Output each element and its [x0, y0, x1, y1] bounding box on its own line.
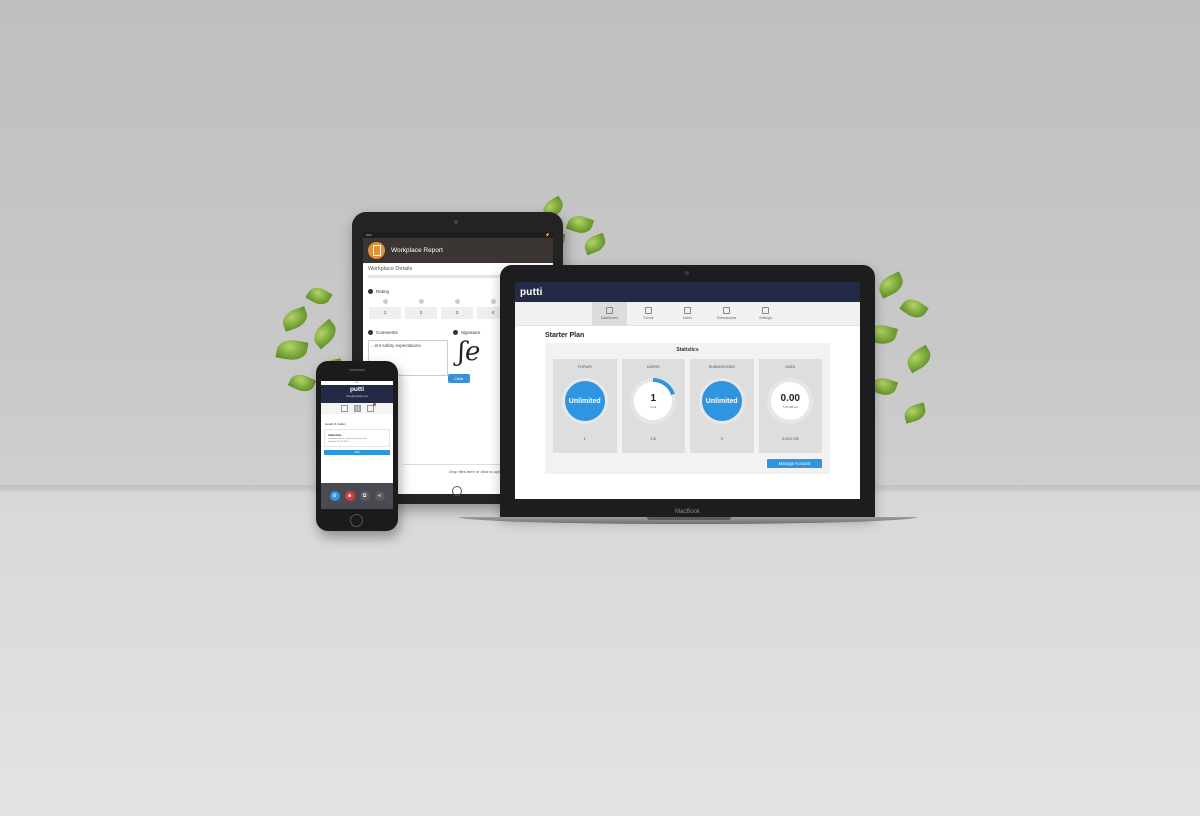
signature-pad[interactable]: ʃe [458, 337, 485, 367]
share-icon[interactable]: ⋖ [374, 491, 385, 501]
stat-value: 0.00 [780, 392, 800, 404]
users-icon [684, 307, 691, 314]
rating-option[interactable]: 2 [405, 299, 437, 319]
laptop-notch [647, 517, 731, 520]
tools-icon [762, 307, 769, 314]
stat-card-submissions: SUBMISSIONS Unlimited 9 [690, 359, 754, 453]
stat-ring-progress: 1 4 left [630, 378, 677, 424]
tab-settings[interactable]: Settings [748, 302, 783, 325]
tab-users[interactable]: Users [670, 302, 705, 325]
tab-label: Dashboard [600, 316, 619, 320]
tab-home-icon[interactable] [340, 405, 348, 412]
radio-icon [454, 299, 460, 304]
section-bullet-icon [453, 330, 458, 335]
stat-footer: 9 [720, 436, 723, 441]
app-tabbar: Dashboard Forms Users Submissions Settin… [515, 302, 860, 326]
laptop-camera [685, 271, 689, 275]
stat-card-users: USERS 1 4 left 1/5 [621, 359, 685, 453]
stat-subvalue: 5.00 GB left [782, 404, 798, 409]
stat-card-title: DATA [785, 365, 796, 369]
tablet-form-title: Workplace Report [391, 247, 443, 254]
radio-icon [382, 299, 388, 304]
rating-option[interactable]: 1 [369, 299, 401, 319]
form-card-meta: Updated 28 Jul 2020 [328, 441, 349, 443]
comments-label: Comments [368, 322, 448, 337]
rating-option-label: 3 [441, 307, 473, 319]
tablet-camera [454, 220, 458, 224]
statistics-panel: Statistics FORMS Unlimited 1 USERS 1 4 l… [545, 343, 830, 474]
rating-option-label: 2 [405, 307, 437, 319]
form-card-title: Induction [328, 433, 342, 437]
tab-label: Forms [643, 316, 654, 320]
form-card[interactable]: Induction Complete before commencing any… [324, 429, 390, 447]
laptop-brand-label: MacBook [674, 509, 700, 515]
rating-option-label: 1 [369, 307, 401, 319]
clear-signature-button[interactable]: Clear [448, 374, 470, 383]
tab-submissions-icon[interactable] [366, 403, 376, 412]
category-heading[interactable]: Health & Safety [321, 414, 393, 429]
plan-title: Starter Plan [545, 332, 585, 339]
stat-footer: 1/5 [650, 436, 657, 441]
section-bullet-icon [368, 330, 373, 335]
form-card-description: Complete before commencing any work [328, 438, 367, 440]
laptop-screen: putti Dashboard Forms Users Submissions … [515, 282, 860, 499]
phone-tabbar [321, 403, 393, 414]
tab-dashboard[interactable]: Dashboard [592, 302, 627, 325]
tablet-form-header: Workplace Report [363, 238, 553, 263]
clipboard-icon [645, 307, 652, 314]
tab-label: Users [682, 316, 693, 320]
section-bullet-icon [368, 289, 373, 294]
radio-icon [418, 299, 424, 304]
stat-footer: 0.003 GB [781, 436, 799, 441]
stat-card-title: FORMS [577, 365, 592, 369]
stat-value: Unlimited [568, 397, 601, 405]
stat-ring: Unlimited [561, 378, 608, 424]
tab-submissions[interactable]: Submissions [709, 302, 744, 325]
tab-label: Submissions [716, 316, 737, 320]
laptop-device: putti Dashboard Forms Users Submissions … [500, 265, 875, 518]
notification-badge [372, 403, 376, 406]
start-button[interactable]: Start [324, 450, 390, 455]
stat-subvalue: 4 left [650, 404, 657, 409]
stat-card-data: DATA 0.00 5.00 GB left 0.003 GB [758, 359, 822, 453]
stat-card-title: USERS [646, 365, 660, 369]
putti-logo[interactable]: putti [321, 385, 393, 395]
chart-icon [606, 307, 613, 314]
user-email[interactable]: mike@puttiapp.com [321, 395, 393, 398]
settings-icon[interactable]: ⚙ [329, 491, 340, 501]
signature-label: Signature [448, 322, 485, 337]
signature-label-text: Signature [461, 330, 481, 335]
radio-icon [490, 299, 496, 304]
phone-device: ••• putti mike@puttiapp.com Health & Saf… [316, 361, 398, 531]
comments-label-text: Comments [376, 330, 398, 335]
phone-screen: ••• putti mike@puttiapp.com Health & Saf… [321, 381, 393, 509]
clipboard-icon [368, 242, 385, 259]
stat-card-forms: FORMS Unlimited 1 [553, 359, 617, 453]
check-clipboard-icon [723, 307, 730, 314]
tab-forms-icon[interactable] [353, 405, 361, 412]
rating-label-text: Rating [376, 289, 390, 294]
phone-navbar: putti mike@puttiapp.com [321, 385, 393, 403]
phone-home-button [350, 514, 363, 527]
rating-option[interactable]: 3 [441, 299, 473, 319]
stat-value: Unlimited [705, 397, 738, 405]
stat-card-title: SUBMISSIONS [708, 365, 735, 369]
app-navbar: putti [515, 282, 860, 302]
stat-ring: Unlimited [698, 378, 745, 424]
statistics-title: Statistics [676, 347, 699, 353]
manage-account-button[interactable]: Manage Account [766, 459, 822, 468]
phone-action-bar: ⚙ ■ ⧉ ⋖ [321, 483, 393, 509]
delete-icon[interactable]: ■ [344, 491, 355, 501]
tab-label: Settings [759, 316, 772, 320]
stat-value: 1 [650, 392, 657, 404]
phone-speaker [349, 369, 365, 371]
tab-forms[interactable]: Forms [631, 302, 666, 325]
stat-ring: 0.00 5.00 GB left [767, 378, 814, 424]
copy-icon[interactable]: ⧉ [359, 491, 370, 501]
tablet-home-button [452, 486, 462, 496]
putti-logo[interactable]: putti [520, 287, 543, 298]
stat-footer: 1 [583, 436, 586, 441]
